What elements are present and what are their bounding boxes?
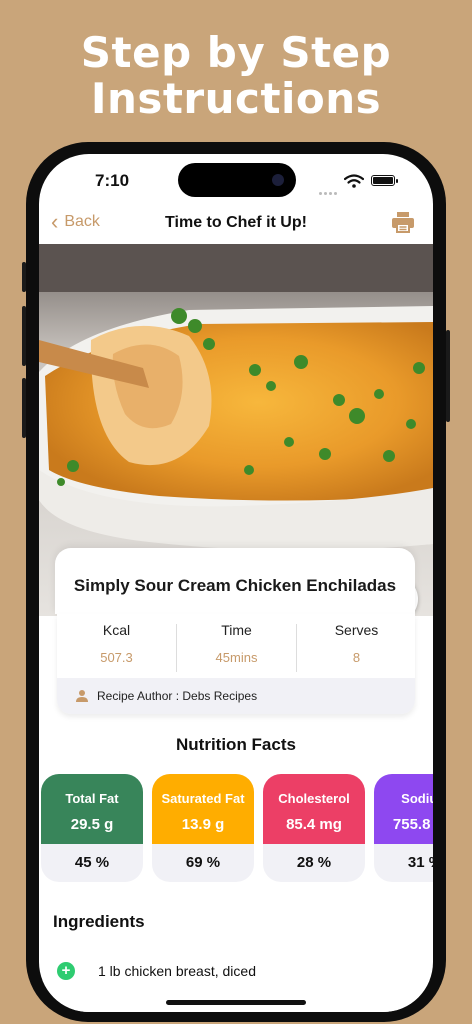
nutrient-percent: 69 % <box>185 854 221 871</box>
headline-line-2: Instructions <box>90 74 382 123</box>
nav-title: Time to Chef it Up! <box>165 214 307 231</box>
camera-icon <box>272 174 284 186</box>
stat-kcal: Kcal 507.3 <box>57 622 176 665</box>
nutrition-card-saturated-fat: Saturated Fat 13.9 g 69 % <box>152 774 254 882</box>
nutrition-facts-title: Nutrition Facts <box>176 735 296 754</box>
nutrition-card-header: Total Fat 29.5 g <box>41 774 143 844</box>
nutrient-amount: 85.4 mg <box>286 816 342 833</box>
recipe-stats-card: Kcal 507.3 Time 45mins Serves 8 Recipe A… <box>57 614 415 714</box>
recipe-author: Recipe Author : Debs Recipes <box>97 689 258 703</box>
status-time: 7:10 <box>95 171 130 190</box>
nutrient-name: Cholesterol <box>278 791 350 806</box>
dynamic-island <box>178 163 296 197</box>
stat-serves: Serves 8 <box>297 622 416 665</box>
battery-icon <box>371 175 398 186</box>
status-bar: 7:10 <box>39 154 433 204</box>
stat-kcal-label: Kcal <box>102 622 131 638</box>
nutrient-amount: 755.8 mg <box>392 816 433 833</box>
stat-time-value: 45mins <box>215 650 258 665</box>
phone-button-volume-up <box>22 306 26 366</box>
nutrition-card-total-fat: Total Fat 29.5 g 45 % <box>41 774 143 882</box>
nutrient-percent: 31 % <box>407 854 433 871</box>
headline-line-1: Step by Step <box>80 28 392 77</box>
nutrition-card-header: Sodium 755.8 mg <box>374 774 433 844</box>
nutrition-card-cholesterol: Cholesterol 85.4 mg 28 % <box>263 774 365 882</box>
nutrient-name: Sodium <box>401 791 433 806</box>
stat-time-label: Time <box>221 622 252 638</box>
nutrition-card-sodium: Sodium 755.8 mg 31 % <box>374 774 433 882</box>
nutrient-name: Saturated Fat <box>161 791 245 806</box>
stat-serves-label: Serves <box>334 622 379 638</box>
ingredients-title: Ingredients <box>53 912 145 931</box>
stat-time: Time 45mins <box>177 622 296 665</box>
ingredient-text: 1 lb chicken breast, diced <box>98 963 256 979</box>
recipe-title-card: Simply Sour Cream Chicken Enchiladas <box>55 548 415 614</box>
nutrition-card-header: Saturated Fat 13.9 g <box>152 774 254 844</box>
nutrient-percent: 45 % <box>74 854 110 871</box>
phone-button-power <box>446 330 450 422</box>
bottom-fade <box>39 980 433 1012</box>
promo-headline: Step by Step Instructions <box>0 30 472 122</box>
ingredient-item[interactable]: + 1 lb chicken breast, diced <box>57 962 256 980</box>
recipe-title: Simply Sour Cream Chicken Enchiladas <box>73 576 397 595</box>
person-icon <box>76 690 88 702</box>
nutrient-percent: 28 % <box>296 854 332 871</box>
printer-icon[interactable] <box>391 210 415 234</box>
recipe-author-row: Recipe Author : Debs Recipes <box>57 678 415 714</box>
app-screen: 7:10 ‹ Back Time to Chef it Up! Simply S… <box>39 154 433 1012</box>
stat-serves-value: 8 <box>352 650 361 665</box>
nutrient-name: Total Fat <box>65 791 119 806</box>
nutrient-amount: 13.9 g <box>181 816 225 833</box>
nav-bar: ‹ Back Time to Chef it Up! <box>39 206 433 242</box>
home-indicator[interactable] <box>166 1000 306 1005</box>
nutrition-cards-row[interactable]: Total Fat 29.5 g 45 % Saturated Fat 13.9… <box>41 774 433 884</box>
plus-icon[interactable]: + <box>57 962 75 980</box>
signal-icon <box>319 182 339 200</box>
wifi-icon <box>344 174 364 188</box>
stat-kcal-value: 507.3 <box>100 650 133 665</box>
phone-button-mute <box>22 262 26 292</box>
nutrition-card-header: Cholesterol 85.4 mg <box>263 774 365 844</box>
phone-button-volume-down <box>22 378 26 438</box>
nutrient-amount: 29.5 g <box>70 816 114 833</box>
